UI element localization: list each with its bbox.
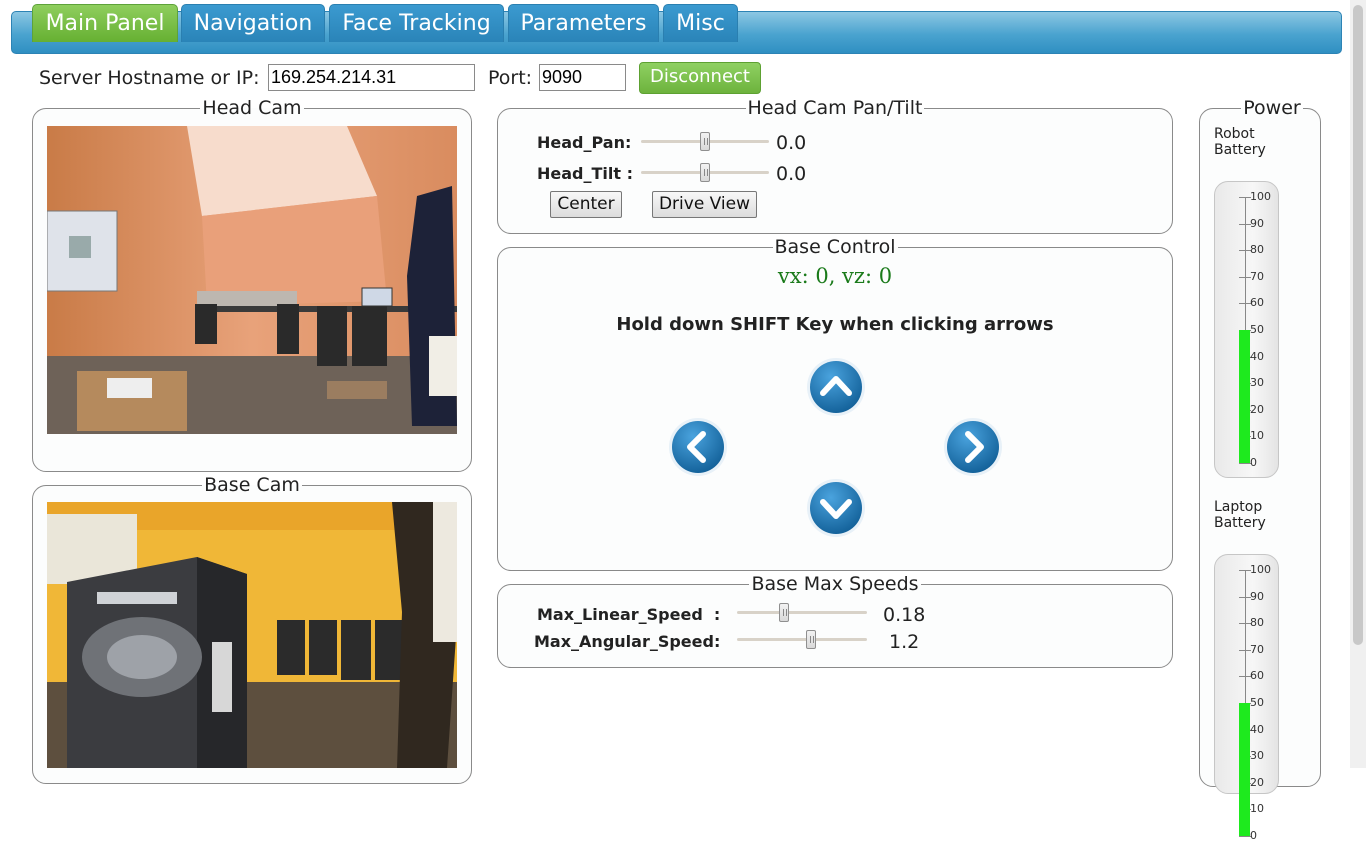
laptop-battery-gauge: 100 90 80 70 60 50 40 30 20 10 0 (1214, 554, 1279, 842)
robot-battery-gauge-tick-label: 70 (1250, 269, 1264, 283)
laptop-battery-gauge-tick-label: 40 (1250, 722, 1264, 736)
max-speeds-title: Base Max Speeds (751, 573, 919, 595)
velocity-readout: vx: 0, vz: 0 (777, 264, 893, 288)
laptop-battery-gauge-tick-label: 10 (1250, 802, 1264, 816)
base-control-title: Base Control (774, 236, 896, 258)
laptop-battery-gauge-fill (1239, 703, 1250, 836)
robot-battery-gauge: 100 90 80 70 60 50 40 30 20 10 0 (1214, 181, 1279, 478)
max-linear-speed-slider-handle[interactable] (779, 603, 789, 622)
pan-tilt-title: Head Cam Pan/Tilt (747, 97, 923, 119)
tab-main-panel[interactable]: Main Panel (32, 4, 178, 42)
max-linear-speed-value: 0.18 (883, 604, 926, 626)
robot-battery-gauge-tick-label: 60 (1250, 296, 1264, 310)
head-tilt-slider-handle[interactable] (700, 163, 710, 182)
base-cam-image (47, 502, 457, 768)
arrow-right-button[interactable] (943, 417, 1003, 477)
port-input[interactable] (539, 64, 626, 91)
robot-battery-gauge-tick-label: 100 (1250, 190, 1271, 203)
head-pan-label: Head_Pan: (537, 133, 632, 152)
drive-view-button[interactable]: Drive View (652, 191, 757, 218)
robot-battery-gauge-tick-label: 10 (1250, 429, 1264, 443)
robot-battery-gauge-tick-label: 40 (1250, 349, 1264, 363)
laptop-battery-gauge-tick-label: 30 (1250, 749, 1264, 763)
laptop-battery-gauge-tick-label: 80 (1250, 616, 1264, 630)
head-pan-value: 0.0 (776, 132, 807, 154)
tab-parameters[interactable]: Parameters (508, 4, 659, 42)
max-angular-speed-slider-handle[interactable] (806, 630, 816, 649)
robot-battery-gauge-tick-label: 0 (1250, 456, 1257, 469)
shift-instruction: Hold down SHIFT Key when clicking arrows (616, 314, 1054, 335)
head-cam-title: Head Cam (202, 97, 302, 119)
arrow-up-button[interactable] (806, 357, 866, 417)
robot-battery-gauge-tick-label: 30 (1250, 376, 1264, 390)
page-scrollbar[interactable] (1350, 0, 1366, 768)
tab-face-tracking[interactable]: Face Tracking (329, 4, 504, 42)
power-title: Power (1243, 97, 1301, 119)
head-cam-image (47, 126, 457, 434)
max-angular-speed-value: 1.2 (889, 631, 920, 653)
laptop-battery-gauge-tick-label: 50 (1250, 696, 1264, 709)
head-pan-slider-handle[interactable] (700, 132, 710, 151)
base-cam-title: Base Cam (204, 474, 300, 496)
robot-battery-label-line2: Battery (1214, 142, 1266, 158)
max-linear-speed-slider-track[interactable] (737, 611, 867, 614)
page-scrollbar-thumb[interactable] (1353, 5, 1363, 645)
head-tilt-value: 0.0 (776, 163, 807, 185)
robot-battery-label-line1: Robot (1214, 126, 1255, 142)
hostname-label: Server Hostname or IP: (39, 67, 260, 89)
robot-battery-gauge-fill (1239, 330, 1250, 463)
tab-navigation[interactable]: Navigation (181, 4, 325, 42)
laptop-battery-gauge-tick-label: 100 (1250, 563, 1271, 576)
laptop-battery-gauge-tick-label: 90 (1250, 589, 1264, 603)
robot-battery-gauge-tick-label: 50 (1250, 323, 1264, 336)
laptop-battery-label: Laptop Battery (1214, 499, 1266, 531)
max-linear-speed-label: Max_Linear_Speed : (537, 605, 721, 624)
hostname-input[interactable] (268, 64, 475, 91)
tab-misc[interactable]: Misc (663, 4, 738, 42)
arrow-left-button[interactable] (668, 417, 728, 477)
robot-battery-label: Robot Battery (1214, 126, 1266, 158)
laptop-battery-label-line1: Laptop (1214, 499, 1263, 515)
laptop-battery-gauge-tick-label: 60 (1250, 669, 1264, 683)
head-tilt-label: Head_Tilt : (537, 164, 633, 183)
arrow-down-button[interactable] (806, 478, 866, 538)
port-label: Port: (488, 67, 533, 89)
max-angular-speed-label: Max_Angular_Speed: (534, 632, 721, 651)
center-button[interactable]: Center (550, 191, 622, 218)
robot-battery-gauge-tick-label: 20 (1250, 402, 1264, 416)
laptop-battery-label-line2: Battery (1214, 515, 1266, 531)
laptop-battery-gauge-tick-label: 0 (1250, 829, 1257, 842)
robot-battery-gauge-tick-label: 80 (1250, 243, 1264, 257)
disconnect-button[interactable]: Disconnect (639, 62, 761, 94)
max-angular-speed-slider-track[interactable] (737, 638, 867, 641)
laptop-battery-gauge-tick-label: 70 (1250, 642, 1264, 656)
laptop-battery-gauge-tick-label: 20 (1250, 775, 1264, 789)
robot-battery-gauge-tick-label: 90 (1250, 216, 1264, 230)
